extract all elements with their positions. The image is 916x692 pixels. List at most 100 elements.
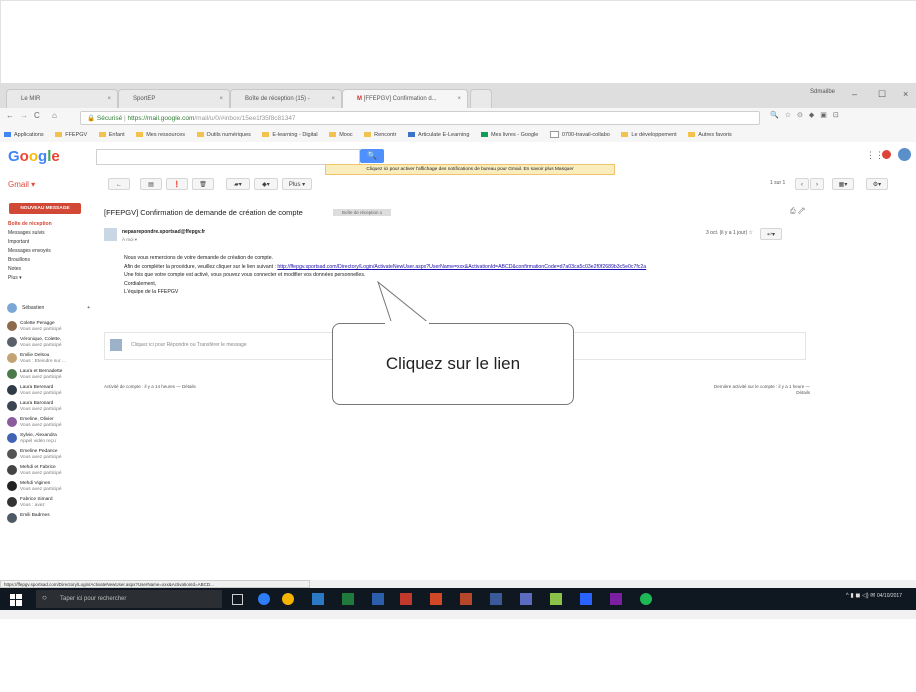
labels-button[interactable]: ◆▾ <box>254 178 278 190</box>
word-icon[interactable] <box>372 593 384 605</box>
notifications-icon[interactable] <box>882 150 891 159</box>
spotify-icon[interactable] <box>640 593 652 605</box>
windows-taskbar: Taper ici pour rechercher ○ ^ ▮ ◼ ◁) ✉ 0… <box>0 588 916 610</box>
app-icon[interactable] <box>520 593 532 605</box>
bookmark-item[interactable]: Enfant <box>98 128 125 142</box>
account-activity-right[interactable]: Dernière activité sur le compte : il y a… <box>700 384 810 396</box>
excel-icon[interactable] <box>342 593 354 605</box>
bookmark-item[interactable]: Mooc <box>329 128 353 142</box>
nav-important[interactable]: Important <box>0 238 94 247</box>
bookmark-item[interactable]: Mes livres - Google <box>480 128 538 142</box>
nav-more[interactable]: Plus ▾ <box>0 274 94 283</box>
report-spam-button[interactable]: ❗ <box>166 178 188 190</box>
next-page-button[interactable]: › <box>810 178 824 190</box>
acrobat-icon[interactable] <box>400 593 412 605</box>
nav-starred[interactable]: Messages suivis <box>0 229 94 238</box>
list-item[interactable]: Emeline, Olivier Vous avez participé <box>0 414 92 430</box>
edge-icon[interactable] <box>258 593 270 605</box>
list-item[interactable]: Colette Peragge Vous avez participé <box>0 318 92 334</box>
more-button[interactable]: Plus ▾ <box>282 178 312 190</box>
nav-drafts[interactable]: Brouillons <box>0 256 94 265</box>
google-logo[interactable]: Google <box>8 148 60 165</box>
nav-inbox[interactable]: Boîte de réception <box>0 220 94 229</box>
hangouts-header[interactable]: Sébastien + <box>4 302 92 314</box>
delete-button[interactable]: 🗑 <box>192 178 214 190</box>
back-to-inbox-button[interactable]: ← <box>108 178 130 190</box>
system-tray[interactable]: ^ ▮ ◼ ◁) ✉ 04/10/2017 <box>846 592 902 599</box>
app-icon[interactable] <box>490 593 502 605</box>
new-tab-button[interactable] <box>470 89 492 108</box>
app-icon[interactable] <box>580 593 592 605</box>
input-tools-button[interactable]: ▦▾ <box>832 178 854 190</box>
forward-icon[interactable]: → <box>20 111 28 120</box>
desktop-notifications-banner[interactable]: Cliquez ici pour activer l'affichage des… <box>325 164 615 175</box>
tab-inbox[interactable]: Boîte de réception (15) - × <box>230 89 342 108</box>
bookmark-item[interactable]: Outils numériques <box>196 128 251 142</box>
bookmark-applications[interactable]: Applications <box>4 128 44 142</box>
maximize-icon[interactable]: ☐ <box>878 89 886 100</box>
label-chip[interactable]: Boîte de réception x <box>333 209 391 216</box>
app-icon[interactable] <box>312 593 324 605</box>
tab-ffepgv-confirmation[interactable]: M [FFEPGV] Confirmation d... × <box>342 89 468 108</box>
url-field[interactable]: 🔒 Sécurisé | https://mail.google.com/mai… <box>80 111 760 125</box>
close-icon[interactable]: × <box>107 90 111 108</box>
windows-start-icon[interactable] <box>10 593 22 606</box>
app-icon[interactable] <box>550 593 562 605</box>
bookmark-item[interactable]: FFEPGV <box>55 128 87 142</box>
recipient-toggle[interactable]: À moi ▾ <box>122 237 137 243</box>
back-icon[interactable]: ← <box>6 111 14 120</box>
mail-search-input[interactable] <box>96 149 360 165</box>
search-button[interactable]: 🔍 <box>360 149 384 163</box>
chrome-icon[interactable] <box>282 593 294 605</box>
bookmark-item[interactable]: Articulate E-Learning <box>408 128 469 142</box>
home-icon[interactable]: ⌂ <box>52 111 57 120</box>
callout-text: Cliquez sur le lien <box>385 354 521 373</box>
app-icon[interactable] <box>610 593 622 605</box>
bookmark-other[interactable]: Autres favoris <box>688 128 732 142</box>
nav-sent[interactable]: Messages envoyés <box>0 247 94 256</box>
close-icon[interactable]: × <box>457 90 461 108</box>
bookmark-item[interactable]: Le développement <box>621 128 677 142</box>
list-item[interactable]: Mehdi Viginen Vous avez participé <box>0 478 92 494</box>
list-item[interactable]: Emili Badrnes <box>0 510 92 526</box>
list-item[interactable]: Mehdi et Fabrice Vous avez participé <box>0 462 92 478</box>
reply-button[interactable]: ↩▾ <box>760 228 782 240</box>
move-to-button[interactable]: ▰▾ <box>226 178 250 190</box>
archive-button[interactable]: ▤ <box>140 178 162 190</box>
reload-icon[interactable]: C <box>34 111 40 120</box>
activation-link[interactable]: http://ffepgv.sportsad.com/Directory/Log… <box>277 264 646 270</box>
prev-page-button[interactable]: ‹ <box>795 178 809 190</box>
tab-le-mir[interactable]: Le MIR × <box>6 89 118 108</box>
list-item[interactable]: Emilie Delsou Vous : Eteindre sur ... <box>0 350 92 366</box>
pager-text: 1 sur 1 <box>770 180 786 186</box>
sender-address[interactable]: nepasrepondre.sportsad@ffepgv.fr <box>122 229 205 235</box>
window-close-icon[interactable]: × <box>903 89 908 99</box>
list-item[interactable]: Fabrice Simard Vous : avez <box>0 494 92 510</box>
close-icon[interactable]: × <box>219 90 223 108</box>
settings-button[interactable]: ⚙▾ <box>866 178 888 190</box>
print-icon[interactable]: ⎙ ⇗ <box>790 208 805 216</box>
bookmark-item[interactable]: E-learning - Digital <box>262 128 318 142</box>
bookmark-item[interactable]: 0700-travail-collabo <box>549 128 610 142</box>
powerpoint-icon[interactable] <box>430 593 442 605</box>
close-icon[interactable]: × <box>331 90 335 108</box>
list-item[interactable]: Laura Baronard Vous avez participé <box>0 398 92 414</box>
compose-button[interactable]: NOUVEAU MESSAGE <box>9 203 81 214</box>
profile-name[interactable]: Sdmailbe <box>810 89 835 95</box>
taskbar-search-input[interactable]: Taper ici pour rechercher <box>36 590 222 608</box>
list-item[interactable]: Emeline Pedance Vous avez participé <box>0 446 92 462</box>
bookmark-item[interactable]: Rencontr <box>364 128 397 142</box>
list-item[interactable]: Laura et Bernadette Vous avez participé <box>0 366 92 382</box>
extension-icons[interactable]: 🔍☆⊙◆▣⊡ <box>770 111 845 119</box>
task-view-icon[interactable] <box>232 594 243 605</box>
list-item[interactable]: Laura Berenard Vous avez participé <box>0 382 92 398</box>
tab-sportep[interactable]: SportEP × <box>118 89 230 108</box>
list-item[interactable]: Sylvie, Alexandra Appel vidéo reçu <box>0 430 92 446</box>
minimize-icon[interactable]: – <box>852 89 857 99</box>
list-item[interactable]: Véronique, Colette, Vous avez participé <box>0 334 92 350</box>
avatar[interactable] <box>898 148 911 161</box>
app-icon[interactable] <box>460 593 472 605</box>
add-contact-icon[interactable]: + <box>87 302 90 314</box>
bookmark-item[interactable]: Mes ressources <box>136 128 185 142</box>
nav-notes[interactable]: Notes <box>0 265 94 274</box>
